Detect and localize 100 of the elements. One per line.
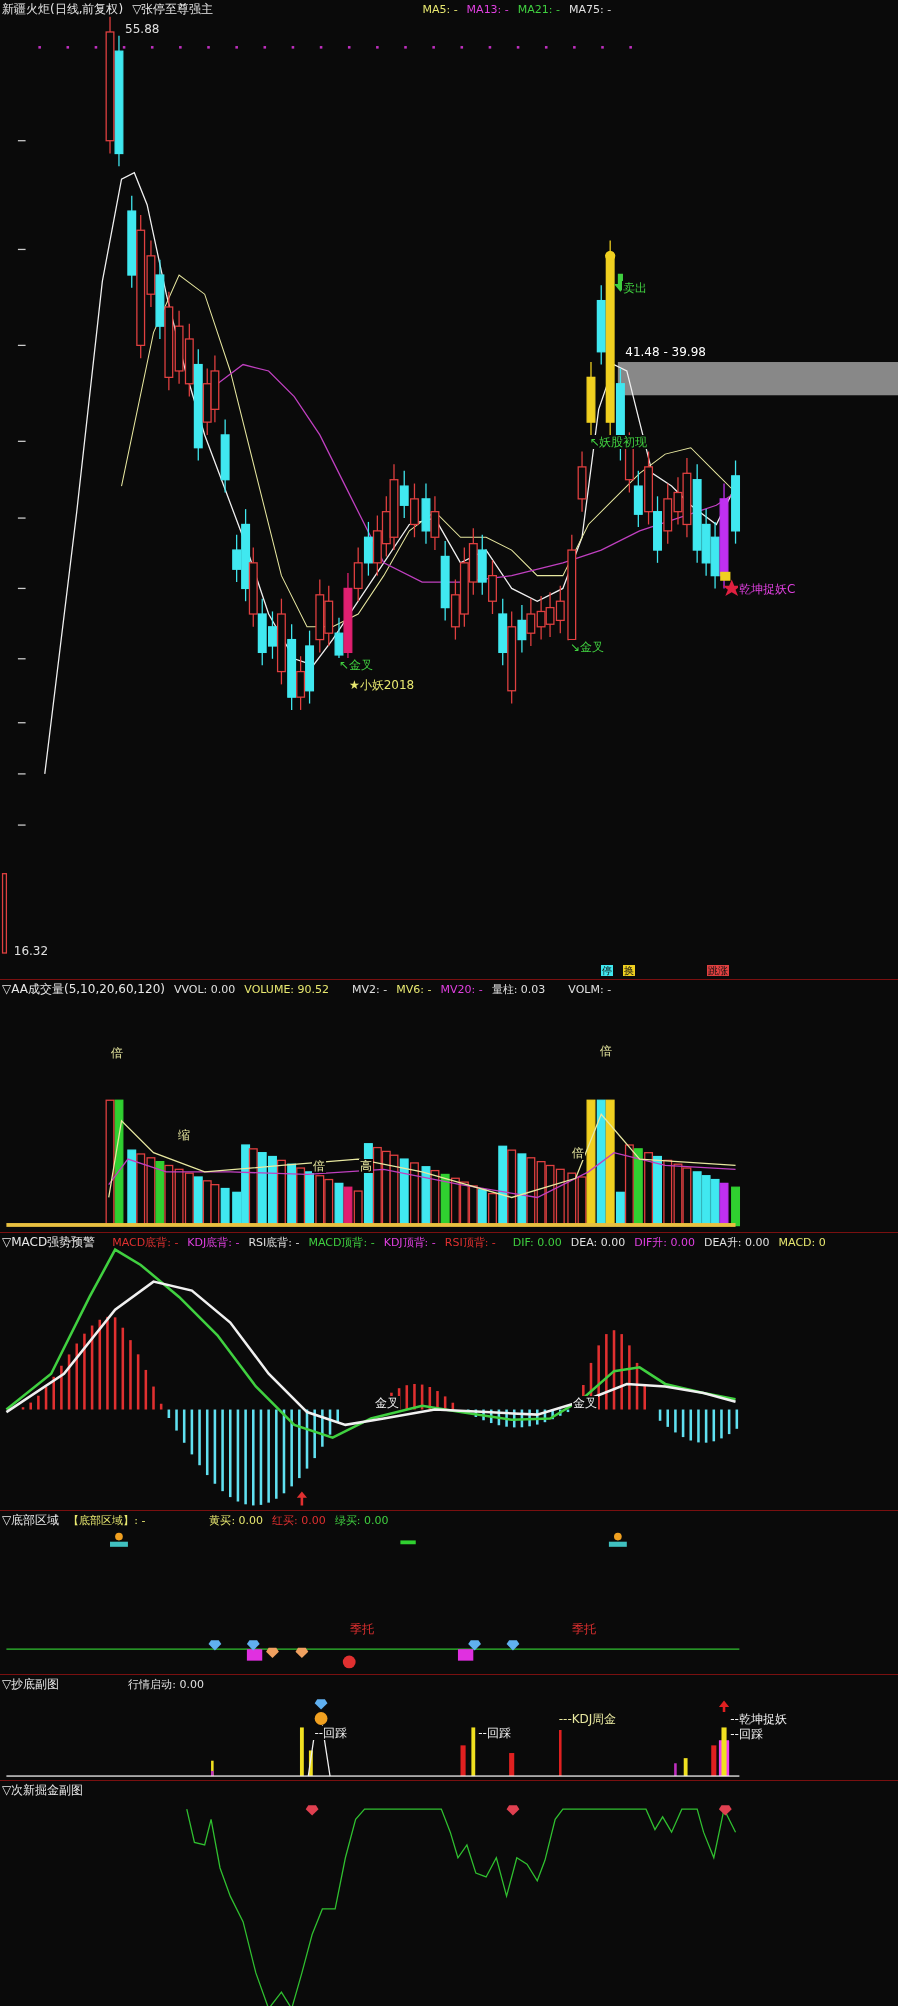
signal-label: --回踩 (729, 1727, 764, 1742)
signal-label: ★小妖2018 (347, 677, 416, 692)
signal-label: 卖出 (621, 281, 648, 296)
candlestick (653, 495, 662, 564)
diamond-icon (718, 1804, 732, 1816)
diamond-icon (295, 1648, 309, 1659)
legend-value: DEA: 0.00 (570, 1235, 626, 1249)
signal-label: ↖金叉 (337, 657, 374, 672)
candlestick (421, 482, 431, 545)
signal-dash (400, 1540, 416, 1545)
signal-label: --乾坤捉妖 (729, 1711, 788, 1726)
signal-label: 乾坤捉妖C (738, 582, 797, 597)
up-arrow-icon (296, 1490, 307, 1506)
cross-label: 金叉 (571, 1396, 598, 1411)
volume-label: 倍 (312, 1158, 327, 1173)
signal-label: ↖妖股初现 (588, 434, 649, 449)
diamond-icon (314, 1698, 328, 1710)
price-label: 55.88 (124, 21, 161, 36)
panel-title: ▽AA成交量(5,10,20,60,120) (2, 980, 165, 998)
legend-value: 红买: 0.00 (272, 1513, 326, 1529)
volume-label: 缩 (176, 1127, 191, 1142)
legend-value: MACD顶背: - (308, 1234, 375, 1250)
panel-title: ▽底部区域 (2, 1512, 60, 1530)
legend-value: MA5: - (422, 3, 458, 16)
candlestick (468, 527, 478, 596)
signal-label: --回踩 (477, 1725, 512, 1740)
stock-title: 新疆火炬(日线,前复权) (2, 1, 124, 18)
signal-label: ---KDJ周金 (557, 1711, 618, 1726)
legend-value: VVOL: 0.00 (173, 982, 236, 996)
ball-icon (342, 1655, 356, 1669)
legend-value: VOLM: - (568, 982, 612, 996)
badge-icon (314, 1711, 328, 1725)
legend-value: MACD底背: - (112, 1234, 179, 1250)
panel-title: ▽抄底副图 (2, 1675, 60, 1693)
diamond-icon (246, 1640, 260, 1651)
signal-label: 季托 (570, 1622, 597, 1637)
candlestick (477, 534, 487, 596)
legend-value: DEA升: 0.00 (703, 1234, 770, 1250)
candlestick (498, 598, 508, 666)
diamond-icon (266, 1648, 279, 1659)
legend-value: 【底部区域】: - (68, 1513, 146, 1529)
legend-value: DIF: 0.00 (512, 1235, 562, 1249)
diamond-icon (208, 1640, 222, 1651)
legend-value: RSI顶背: - (444, 1234, 496, 1250)
star-icon (722, 579, 741, 597)
diamond-icon (506, 1640, 520, 1651)
candlestick (633, 470, 643, 528)
candlestick (450, 578, 460, 641)
candlestick (663, 482, 673, 545)
diamond-icon (468, 1640, 481, 1651)
legend-value: DIF升: 0.00 (634, 1234, 695, 1250)
panel-title: ▽次新掘金副图 (2, 1781, 84, 1799)
legend-value: 行情启动: 0.00 (128, 1676, 204, 1692)
candlestick (363, 521, 373, 577)
signal-block (457, 1649, 474, 1661)
legend-value: KDJ顶背: - (383, 1234, 436, 1250)
legend-value: MV2: - (352, 982, 388, 996)
candlestick (488, 559, 497, 615)
signal-marker: 停 (601, 964, 614, 976)
up-arrow-icon (718, 1700, 730, 1712)
figure-icon (608, 1532, 627, 1547)
candlestick (210, 354, 220, 423)
candlestick (545, 591, 555, 638)
candlestick (536, 595, 546, 641)
legend-value: VOLUME: 90.52 (244, 982, 330, 996)
legend-value: MACD: 0 (778, 1235, 826, 1249)
legend-value: MV20: - (440, 982, 483, 996)
candlestick (324, 585, 334, 647)
diamond-icon (506, 1804, 520, 1816)
signal-label: --回踩 (313, 1725, 349, 1740)
legend-value: 黄买: 0.00 (209, 1513, 264, 1529)
signal-label: 季托 (349, 1622, 376, 1637)
signal-marker: 换 (622, 964, 635, 976)
volume-label: 倍 (110, 1046, 124, 1061)
legend-value: MA21: - (517, 3, 560, 16)
legend-value: KDJ底背: - (187, 1234, 240, 1250)
legend-value: 绿买: 0.00 (334, 1513, 389, 1529)
legend-value: MA13: - (466, 3, 509, 16)
panel-title: ▽MACD强势预警 (2, 1233, 96, 1251)
legend-value: MA75: - (569, 3, 612, 16)
candlestick (257, 598, 267, 666)
volume-label: 倍 (598, 1043, 613, 1058)
signal-label: ↘金叉 (569, 639, 606, 654)
signal-block (246, 1649, 263, 1661)
diamond-icon (305, 1804, 319, 1816)
marker-bar (720, 571, 731, 581)
candlestick (555, 585, 565, 634)
candlestick (372, 514, 382, 577)
volume-label: 高 (359, 1158, 374, 1173)
top-dot-icon (605, 250, 616, 261)
figure-icon (110, 1532, 128, 1547)
signal-marker: 跳涨 (707, 964, 730, 976)
legend-value: RSI底背: - (248, 1234, 300, 1250)
legend-value: 量柱: 0.03 (491, 981, 546, 997)
indicator-name: ▽张停至尊强主 (132, 1, 214, 18)
candlestick (410, 482, 419, 538)
candlestick (526, 598, 536, 647)
candlestick (577, 450, 587, 513)
volume-label: 倍 (570, 1145, 585, 1160)
legend-value: MV6: - (396, 982, 432, 996)
